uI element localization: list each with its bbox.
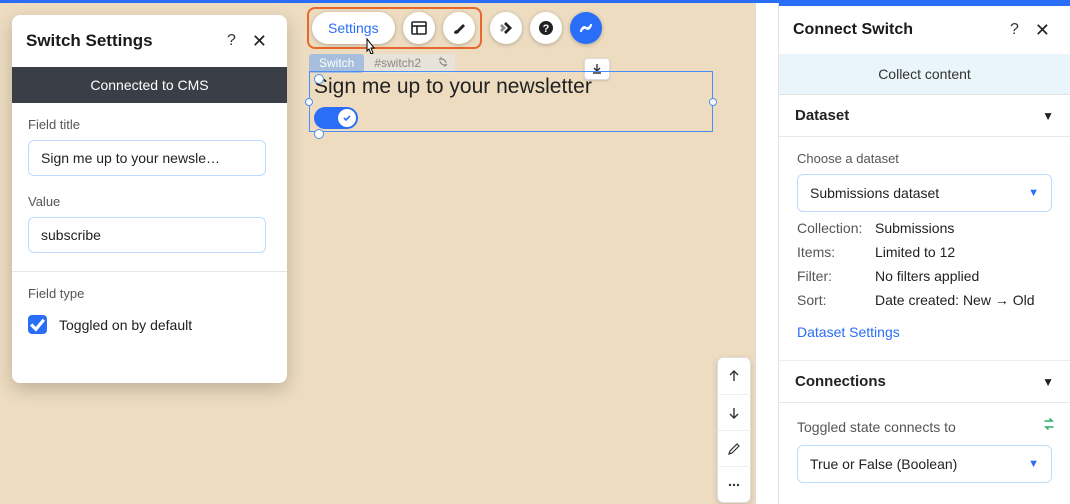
items-value: Limited to 12 — [875, 244, 955, 260]
close-icon[interactable]: ✕ — [246, 27, 273, 56]
layout-icon[interactable] — [403, 12, 435, 44]
switch-label-text: Sign me up to your newsletter — [314, 74, 708, 99]
panel-title: Switch Settings — [26, 31, 223, 51]
help-circle-icon[interactable]: ? — [530, 12, 562, 44]
dataset-settings-link[interactable]: Dataset Settings — [797, 324, 900, 340]
collection-value: Submissions — [875, 220, 954, 236]
close-icon[interactable]: ✕ — [1029, 16, 1056, 45]
sort-value: Date created: New → Old — [875, 292, 1035, 308]
more-icon[interactable] — [717, 466, 751, 502]
toggled-state-label: Toggled state connects to — [797, 419, 1052, 435]
chevron-down-icon: ▼ — [1028, 458, 1039, 470]
chevron-down-icon: ▼ — [1042, 375, 1054, 389]
connect-switch-panel: Connect Switch ? ✕ Collect content Datas… — [778, 3, 1070, 504]
connections-section-header[interactable]: Connections ▼ — [779, 361, 1070, 403]
collect-content-banner[interactable]: Collect content — [779, 54, 1070, 95]
help-icon[interactable]: ? — [223, 28, 240, 54]
value-input[interactable]: subscribe — [28, 217, 266, 253]
element-toolbar: Settings ? — [307, 7, 602, 49]
dataset-select-value: Submissions dataset — [810, 185, 939, 201]
dataset-select[interactable]: Submissions dataset ▼ — [797, 174, 1052, 212]
canvas-switch-element[interactable]: Sign me up to your newsletter — [309, 71, 713, 132]
filter-value: No filters applied — [875, 268, 979, 284]
canvas-tool-strip — [717, 357, 751, 503]
field-title-input[interactable]: Sign me up to your newsle… — [28, 140, 266, 176]
toggled-state-select[interactable]: True or False (Boolean) ▼ — [797, 445, 1052, 483]
design-brush-icon[interactable] — [443, 12, 475, 44]
choose-dataset-label: Choose a dataset — [797, 151, 1052, 166]
dataset-section-title: Dataset — [795, 107, 849, 124]
field-title-label: Field title — [28, 117, 271, 132]
chevron-down-icon: ▼ — [1028, 187, 1039, 199]
help-icon[interactable]: ? — [1006, 17, 1023, 43]
toggle-default-label: Toggled on by default — [59, 317, 192, 333]
chevron-down-icon: ▼ — [1042, 109, 1054, 123]
connections-section-title: Connections — [795, 373, 886, 390]
connected-cms-banner: Connected to CMS — [12, 67, 287, 103]
switch-toggle[interactable] — [314, 107, 358, 129]
pencil-icon[interactable] — [717, 430, 751, 466]
settings-button[interactable]: Settings — [312, 12, 395, 44]
toggle-default-checkbox[interactable] — [28, 315, 47, 334]
filter-key: Filter: — [797, 268, 875, 284]
sort-key: Sort: — [797, 292, 875, 308]
connect-data-icon[interactable] — [570, 12, 602, 44]
arrow-up-icon[interactable] — [717, 358, 751, 394]
field-type-label: Field type — [28, 286, 271, 301]
svg-text:?: ? — [542, 23, 549, 35]
items-key: Items: — [797, 244, 875, 260]
arrow-down-icon[interactable] — [717, 394, 751, 430]
switch-settings-panel: Switch Settings ? ✕ Connected to CMS Fie… — [12, 15, 287, 383]
value-label: Value — [28, 194, 271, 209]
animation-icon[interactable] — [490, 12, 522, 44]
sync-bidirectional-icon — [1042, 417, 1056, 434]
collection-key: Collection: — [797, 220, 875, 236]
dataset-section-header[interactable]: Dataset ▼ — [779, 95, 1070, 137]
settings-highlight-box: Settings — [307, 7, 482, 49]
toggled-state-value: True or False (Boolean) — [810, 456, 957, 472]
right-panel-title: Connect Switch — [793, 21, 1006, 39]
